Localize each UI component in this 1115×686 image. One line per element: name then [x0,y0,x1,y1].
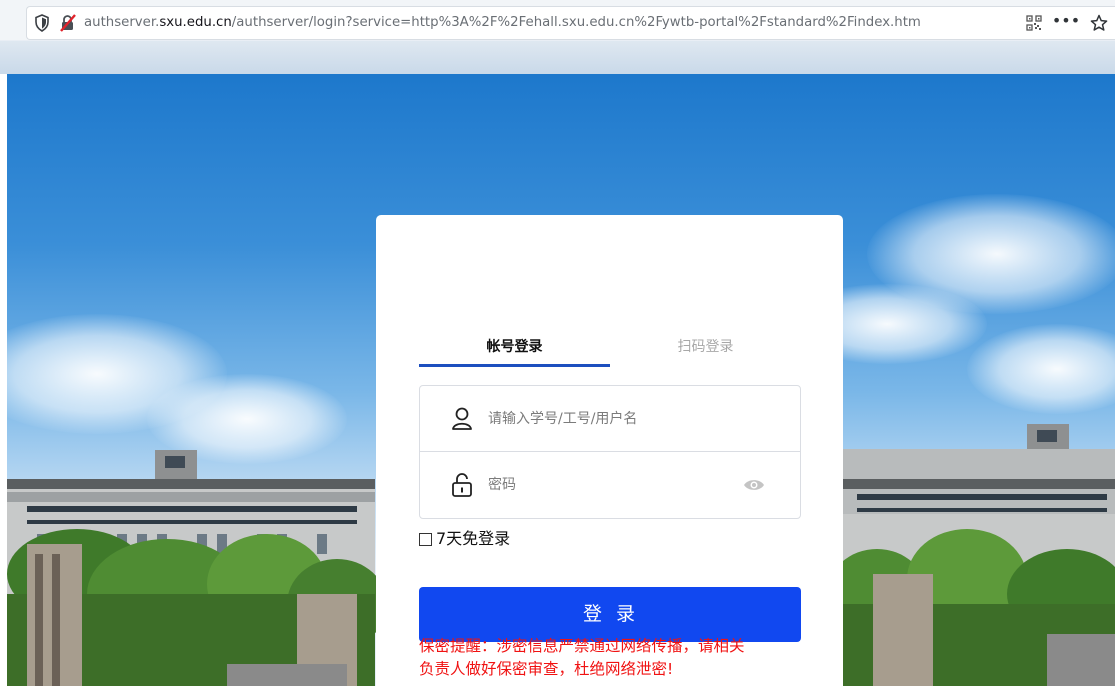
url-prefix: authserver. [84,15,160,30]
qr-code-icon[interactable] [1019,6,1049,40]
url-text[interactable]: authserver.sxu.edu.cn/authserver/login?s… [79,6,1019,40]
remember-me: 7天免登录 [419,527,510,551]
username-input[interactable] [486,398,766,439]
bookmark-star-icon[interactable] [1083,6,1115,40]
remember-label: 7天免登录 [436,529,511,548]
tab-account-login[interactable]: 帐号登录 [419,333,610,367]
remember-checkbox[interactable] [419,532,432,546]
credentials-box [419,385,801,519]
url-path: /authserver/login?service=http%3A%2F%2Fe… [231,15,921,30]
security-warning: 保密提醒：涉密信息严禁通过网络传播，请相关 负责人做好保密审查，杜绝网络泄密! [419,635,801,681]
address-bar[interactable]: authserver.sxu.edu.cn/authserver/login?s… [26,6,1115,40]
page-actions-menu-icon[interactable]: ••• [1049,6,1083,40]
password-input[interactable] [486,465,726,505]
tab-qr-login[interactable]: 扫码登录 [610,333,801,367]
password-row [420,452,800,518]
username-row [420,386,800,452]
tracking-shield-icon[interactable] [27,6,57,40]
login-card: 帐号登录 扫码登录 请输入学号/工号/用户名 7天免登录 登录 保密提醒：涉密信… [376,215,843,686]
insecure-lock-icon[interactable] [57,6,79,40]
warning-line-2: 负责人做好保密审查，杜绝网络泄密! [419,660,674,678]
url-domain: sxu.edu.cn [159,15,232,30]
user-icon [440,386,484,452]
warning-line-1: 保密提醒：涉密信息严禁通过网络传播，请相关 [419,637,745,655]
login-button[interactable]: 登录 [419,587,801,642]
lock-icon [440,452,484,518]
eye-icon[interactable] [742,474,766,496]
login-tabs: 帐号登录 扫码登录 [419,333,801,367]
browser-toolbar: authserver.sxu.edu.cn/authserver/login?s… [0,0,1115,74]
